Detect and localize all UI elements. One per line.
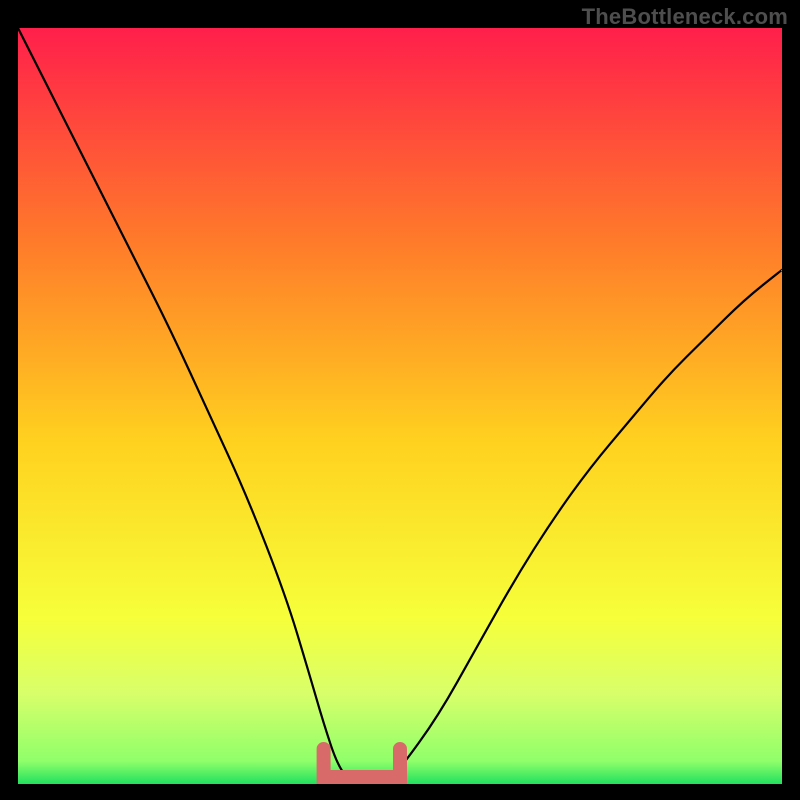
watermark-text: TheBottleneck.com — [582, 4, 788, 30]
chart-svg — [18, 28, 782, 784]
bottleneck-plot — [18, 28, 782, 784]
gradient-background — [18, 28, 782, 784]
chart-frame: TheBottleneck.com — [0, 0, 800, 800]
